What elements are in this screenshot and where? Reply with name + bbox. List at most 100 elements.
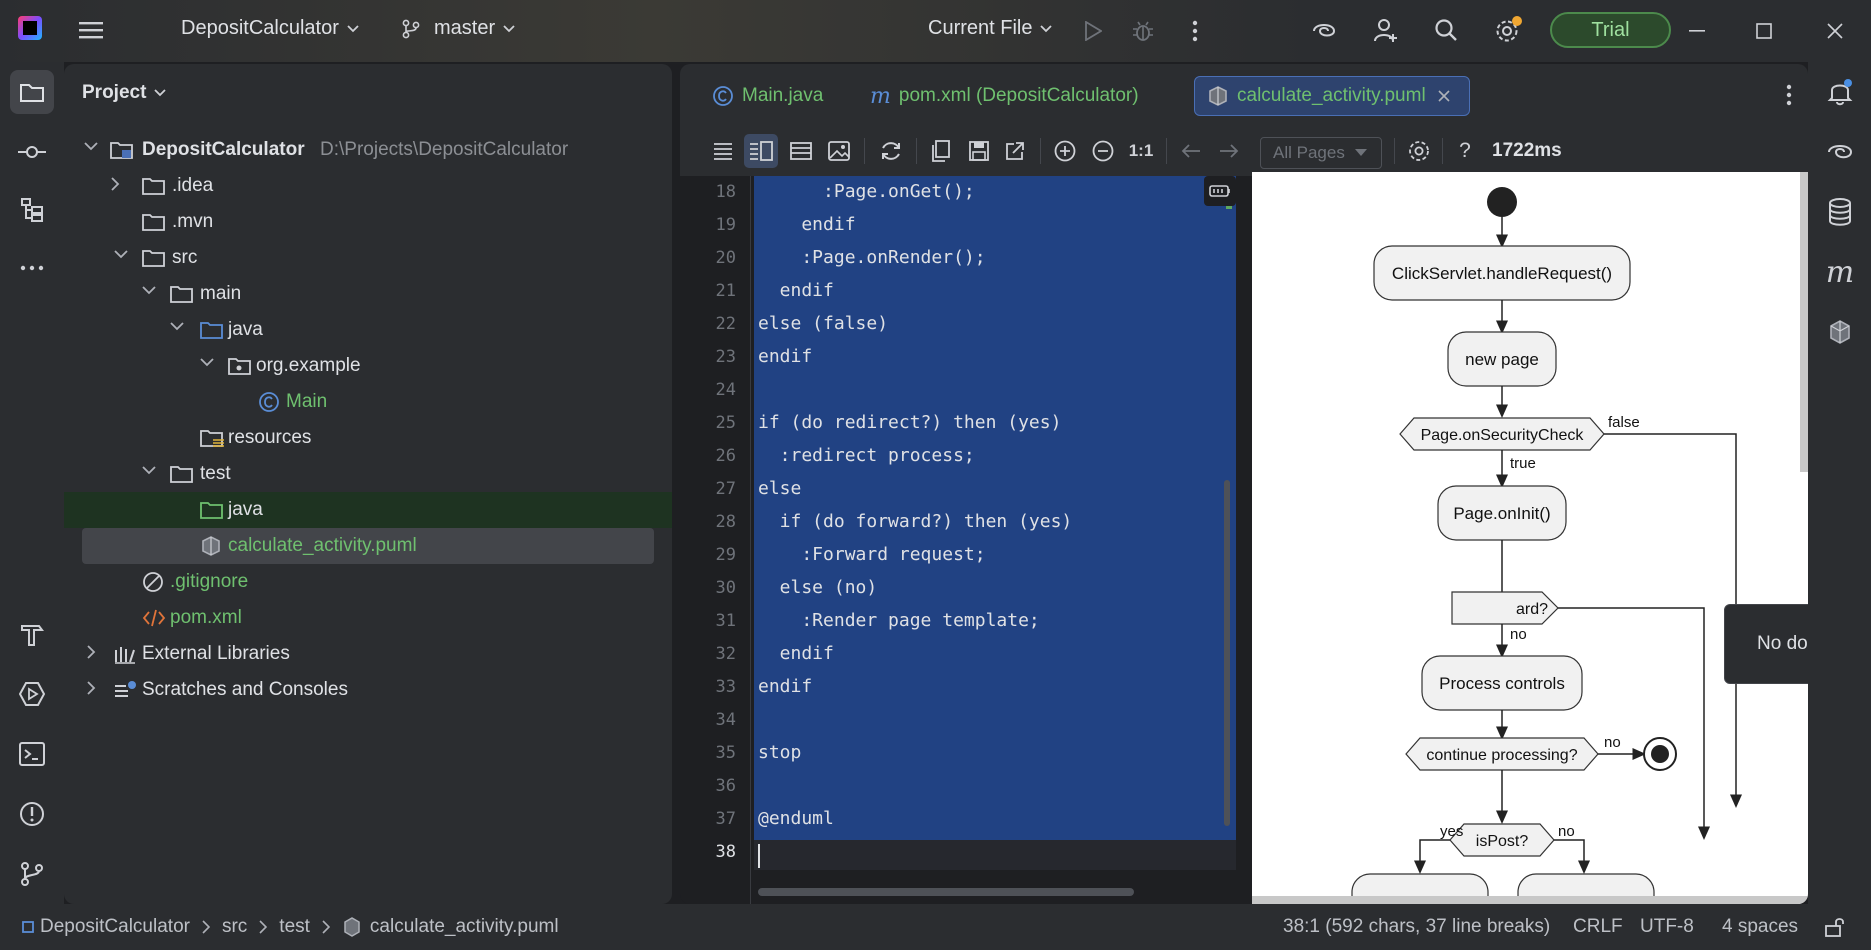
- project-switcher[interactable]: DepositCalculator: [181, 17, 359, 40]
- tree-item-puml-file[interactable]: calculate_activity.puml: [82, 528, 654, 564]
- line-separator[interactable]: CRLF: [1573, 916, 1623, 938]
- save-icon[interactable]: [962, 134, 996, 168]
- services-run-icon[interactable]: [10, 672, 54, 716]
- breadcrumb-item[interactable]: calculate_activity.puml: [370, 916, 559, 938]
- editor-only-icon[interactable]: [706, 134, 740, 168]
- chevron-down-icon[interactable]: [142, 285, 160, 303]
- chevron-right-icon[interactable]: [110, 177, 128, 195]
- run-icon[interactable]: [1078, 16, 1108, 46]
- tab-main-java[interactable]: Main.java: [700, 76, 835, 116]
- minimize-window-icon[interactable]: [1680, 14, 1714, 48]
- maximize-window-icon[interactable]: [1747, 14, 1781, 48]
- tree-item-org-example[interactable]: org.example: [64, 348, 672, 384]
- ai-chat-icon[interactable]: [1818, 130, 1862, 174]
- tree-item-label: .idea: [172, 175, 214, 196]
- tree-item-external-libraries[interactable]: External Libraries: [64, 636, 672, 672]
- commit-icon[interactable]: [10, 130, 54, 174]
- settings-gear-icon[interactable]: [1490, 14, 1524, 48]
- notifications-bell-icon[interactable]: [1818, 70, 1862, 114]
- tab-options-icon[interactable]: [1774, 80, 1804, 110]
- chevron-down-icon[interactable]: [114, 249, 132, 267]
- tree-item-main-class[interactable]: Main: [64, 384, 672, 420]
- diagram-edge-label: false: [1608, 414, 1640, 431]
- app-logo-icon[interactable]: [18, 16, 42, 40]
- git-icon[interactable]: [10, 852, 54, 896]
- code-line: :Page.onRender();: [758, 247, 986, 268]
- tree-item-pom[interactable]: pom.xml: [64, 600, 672, 636]
- chevron-down-icon[interactable]: [142, 465, 160, 483]
- tree-item-mvn[interactable]: .mvn: [64, 204, 672, 240]
- tree-item-main[interactable]: main: [64, 276, 672, 312]
- run-config-selector[interactable]: Current File: [928, 17, 1053, 40]
- more-tools-icon[interactable]: [10, 246, 54, 290]
- breadcrumb-item[interactable]: test: [279, 916, 310, 938]
- editor-and-preview-icon[interactable]: [744, 134, 778, 168]
- close-tab-icon[interactable]: [1438, 90, 1450, 102]
- tab-pom-xml[interactable]: m pom.xml (DepositCalculator): [858, 76, 1151, 116]
- file-encoding[interactable]: UTF-8: [1640, 916, 1694, 938]
- reader-mode-icon[interactable]: [1204, 176, 1236, 206]
- pages-select[interactable]: All Pages: [1260, 137, 1382, 169]
- image-icon[interactable]: [822, 134, 856, 168]
- ai-assistant-icon[interactable]: [1308, 14, 1340, 46]
- close-window-icon[interactable]: [1818, 14, 1852, 48]
- debug-icon[interactable]: [1128, 16, 1158, 46]
- chevron-down-icon[interactable]: [84, 141, 102, 159]
- tree-item-gitignore[interactable]: .gitignore: [64, 564, 672, 600]
- preview-vertical-scrollbar[interactable]: [1800, 172, 1808, 472]
- tree-item-label: .gitignore: [170, 571, 249, 592]
- code-line: if (do forward?) then (yes): [758, 511, 1073, 532]
- tree-item-main-java[interactable]: java: [64, 312, 672, 348]
- add-user-icon[interactable]: [1370, 14, 1402, 46]
- tree-item-root[interactable]: DepositCalculator D:\Projects\DepositCal…: [64, 132, 672, 168]
- trial-button[interactable]: Trial: [1550, 12, 1671, 48]
- preview-only-icon[interactable]: [784, 134, 818, 168]
- tree-item-test-java[interactable]: java: [64, 492, 672, 528]
- main-menu-icon[interactable]: [76, 15, 106, 45]
- actual-size-button[interactable]: 1:1: [1124, 134, 1158, 168]
- preview-horizontal-scrollbar[interactable]: [1252, 896, 1808, 904]
- vertical-scrollbar[interactable]: [1224, 480, 1230, 826]
- terminal-icon[interactable]: [10, 732, 54, 776]
- breadcrumb-item[interactable]: src: [222, 916, 247, 938]
- zoom-out-icon[interactable]: [1086, 134, 1120, 168]
- build-hammer-icon[interactable]: [10, 612, 54, 656]
- tree-item-scratches[interactable]: Scratches and Consoles: [64, 672, 672, 708]
- plantuml-tool-icon[interactable]: [1818, 310, 1862, 354]
- database-icon[interactable]: [1818, 190, 1862, 234]
- tab-calculate-activity[interactable]: calculate_activity.puml: [1194, 76, 1470, 116]
- project-panel-header[interactable]: Project: [82, 82, 167, 104]
- indent-setting[interactable]: 4 spaces: [1722, 916, 1798, 938]
- chevron-down-icon[interactable]: [170, 321, 188, 339]
- caret-position[interactable]: 38:1 (592 chars, 37 line breaks): [1283, 916, 1550, 938]
- tree-item-resources[interactable]: resources: [64, 420, 672, 456]
- more-actions-icon[interactable]: [1180, 16, 1210, 46]
- chevron-right-icon[interactable]: [86, 645, 104, 663]
- open-external-icon[interactable]: [998, 134, 1032, 168]
- copy-icon[interactable]: [924, 134, 958, 168]
- tree-item-idea[interactable]: .idea: [64, 168, 672, 204]
- tree-item-test[interactable]: test: [64, 456, 672, 492]
- help-button[interactable]: ?: [1448, 134, 1482, 168]
- diagram-preview[interactable]: ClickServlet.handleRequest() new page Pa…: [1252, 172, 1808, 904]
- breadcrumb-item[interactable]: DepositCalculator: [40, 916, 190, 938]
- tree-root-path: D:\Projects\DepositCalculator: [320, 139, 569, 160]
- horizontal-scrollbar[interactable]: [758, 888, 1134, 896]
- chevron-down-icon[interactable]: [200, 357, 218, 375]
- refresh-icon[interactable]: [874, 134, 908, 168]
- tab-label: calculate_activity.puml: [1237, 85, 1426, 106]
- tree-item-src[interactable]: src: [64, 240, 672, 276]
- previous-page-icon[interactable]: [1174, 134, 1208, 168]
- search-icon[interactable]: [1430, 14, 1462, 46]
- chevron-right-icon[interactable]: [86, 681, 104, 699]
- branch-switcher[interactable]: master: [402, 17, 515, 40]
- structure-icon[interactable]: [10, 188, 54, 232]
- zoom-in-icon[interactable]: [1048, 134, 1082, 168]
- preview-settings-icon[interactable]: [1402, 134, 1436, 168]
- diagram-edge-label: true: [1510, 455, 1536, 472]
- next-page-icon[interactable]: [1212, 134, 1246, 168]
- project-tool-folder-icon[interactable]: [10, 70, 54, 114]
- read-only-lock-icon[interactable]: [1820, 912, 1850, 942]
- problems-icon[interactable]: [10, 792, 54, 836]
- maven-tool-icon[interactable]: m: [1818, 250, 1862, 294]
